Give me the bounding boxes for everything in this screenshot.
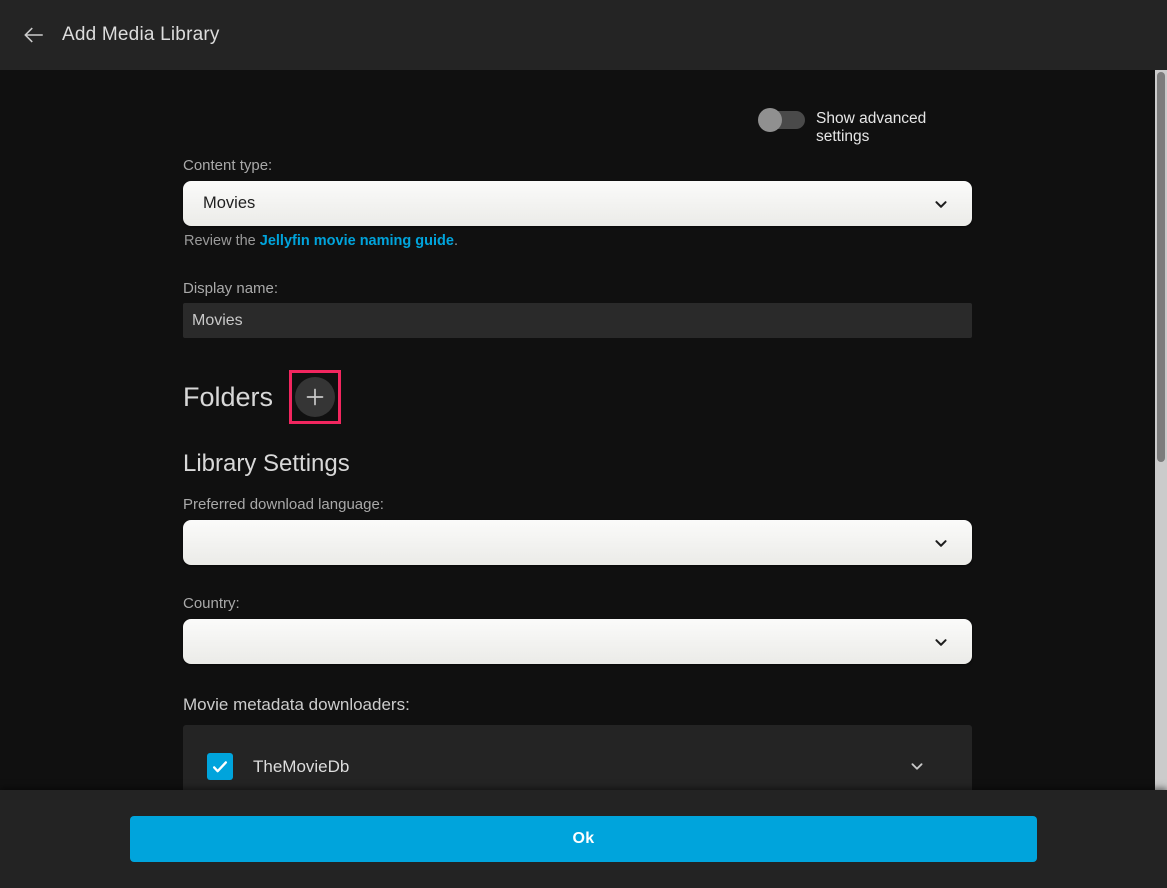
chevron-down-icon: [930, 532, 952, 554]
plus-icon: [303, 385, 327, 409]
chevron-down-icon: [930, 631, 952, 653]
show-advanced-toggle[interactable]: [760, 111, 805, 129]
display-name-label: Display name:: [183, 280, 278, 297]
back-button[interactable]: [9, 11, 57, 59]
expand-chevron-icon[interactable]: [906, 755, 928, 777]
advanced-settings-row: Show advanced settings: [183, 106, 972, 134]
metadata-downloader-name: TheMovieDb: [253, 757, 349, 777]
content-type-value: Movies: [203, 194, 930, 213]
naming-guide-help: Review the Jellyfin movie naming guide.: [184, 233, 458, 249]
content-type-label: Content type:: [183, 157, 272, 174]
scrollbar-track[interactable]: [1155, 70, 1167, 790]
footer-bar: Ok: [0, 790, 1167, 888]
ok-button[interactable]: Ok: [130, 816, 1037, 862]
metadata-downloaders-label: Movie metadata downloaders:: [183, 695, 410, 715]
scrollbar-thumb[interactable]: [1157, 72, 1165, 462]
check-icon: [210, 757, 230, 777]
library-settings-heading: Library Settings: [183, 450, 350, 478]
metadata-downloader-card: TheMovieDb: [183, 725, 972, 790]
toggle-knob: [758, 108, 782, 132]
preferred-language-label: Preferred download language:: [183, 496, 384, 513]
content-type-select[interactable]: Movies: [183, 181, 972, 226]
advanced-settings-label: Show advanced settings: [816, 110, 972, 146]
country-select[interactable]: [183, 619, 972, 664]
themoviedb-checkbox[interactable]: [207, 753, 233, 780]
naming-guide-link[interactable]: Jellyfin movie naming guide: [260, 233, 454, 249]
folders-heading: Folders: [183, 382, 273, 413]
display-name-input[interactable]: [183, 303, 972, 338]
form-scroll-area: Show advanced settings Content type: Mov…: [0, 70, 1155, 790]
page-title: Add Media Library: [62, 24, 220, 46]
country-label: Country:: [183, 595, 240, 612]
focus-highlight-ring: [289, 370, 341, 424]
app-header: Add Media Library: [0, 0, 1167, 70]
chevron-down-icon: [930, 193, 952, 215]
add-media-library-screen: Add Media Library Show advanced settings…: [0, 0, 1167, 888]
folders-section-header: Folders: [183, 369, 341, 425]
form-column: Show advanced settings Content type: Mov…: [183, 70, 972, 790]
arrow-back-icon: [20, 22, 46, 48]
add-folder-button[interactable]: [295, 377, 335, 417]
help-suffix: .: [454, 233, 458, 249]
help-prefix: Review the: [184, 233, 260, 249]
preferred-language-select[interactable]: [183, 520, 972, 565]
